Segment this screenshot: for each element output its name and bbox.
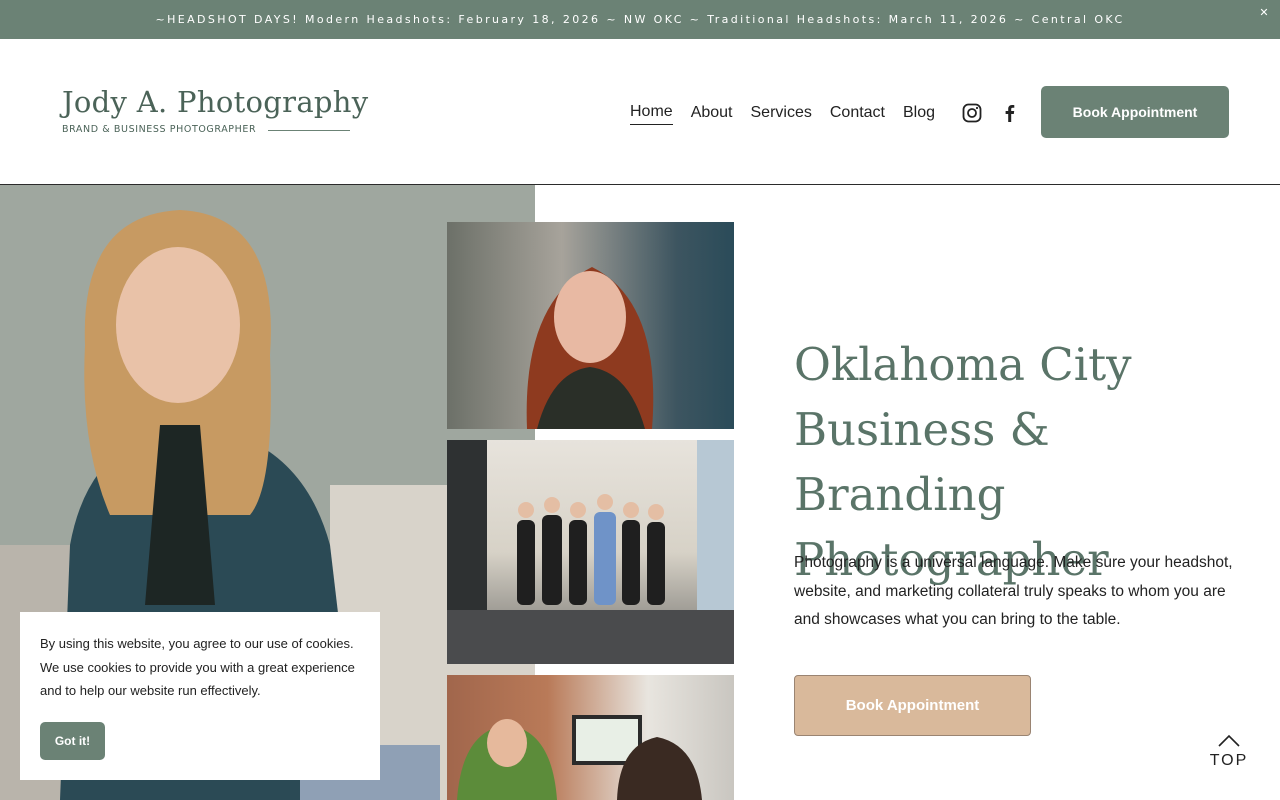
facebook-icon[interactable] [1000,103,1020,123]
instagram-icon[interactable] [962,103,982,123]
nav-services[interactable]: Services [751,102,812,125]
nav-blog[interactable]: Blog [903,102,935,125]
cookie-banner: By using this website, you agree to our … [20,612,380,780]
close-icon[interactable]: ✕ [1258,7,1270,19]
book-appointment-button[interactable]: Book Appointment [1041,86,1229,138]
logo-name: Jody A. Photography [62,85,369,119]
main-nav: Home About Services Contact Blog [630,101,953,125]
chevron-up-icon [1218,734,1240,747]
hero-description: Photography is a universal language. Mak… [794,554,1233,629]
cookie-text: By using this website, you agree to our … [40,636,355,698]
hero-title-line: Business & Branding [794,403,1050,521]
nav-contact[interactable]: Contact [830,102,885,125]
announcement-bar: ~HEADSHOT DAYS! Modern Headshots: Februa… [0,0,1280,39]
hero-title-line: Oklahoma City [794,338,1132,391]
headshot-photo [447,222,734,429]
nav-home[interactable]: Home [630,101,673,125]
back-to-top-button[interactable]: TOP [1206,732,1252,772]
logo-tagline: BRAND & BUSINESS PHOTOGRAPHER [62,124,257,135]
back-to-top-label: TOP [1209,752,1249,769]
announcement-text: ~HEADSHOT DAYS! Modern Headshots: Februa… [155,13,1125,26]
nav-about[interactable]: About [691,102,733,125]
team-photo [447,440,734,664]
logo-rule [268,130,350,131]
site-header: Jody A. Photography BRAND & BUSINESS PHO… [0,39,1280,185]
cookie-accept-button[interactable]: Got it! [40,722,105,760]
office-photo [447,675,734,800]
site-logo[interactable]: Jody A. Photography BRAND & BUSINESS PHO… [62,85,368,141]
hero-book-appointment-button[interactable]: Book Appointment [794,675,1031,736]
